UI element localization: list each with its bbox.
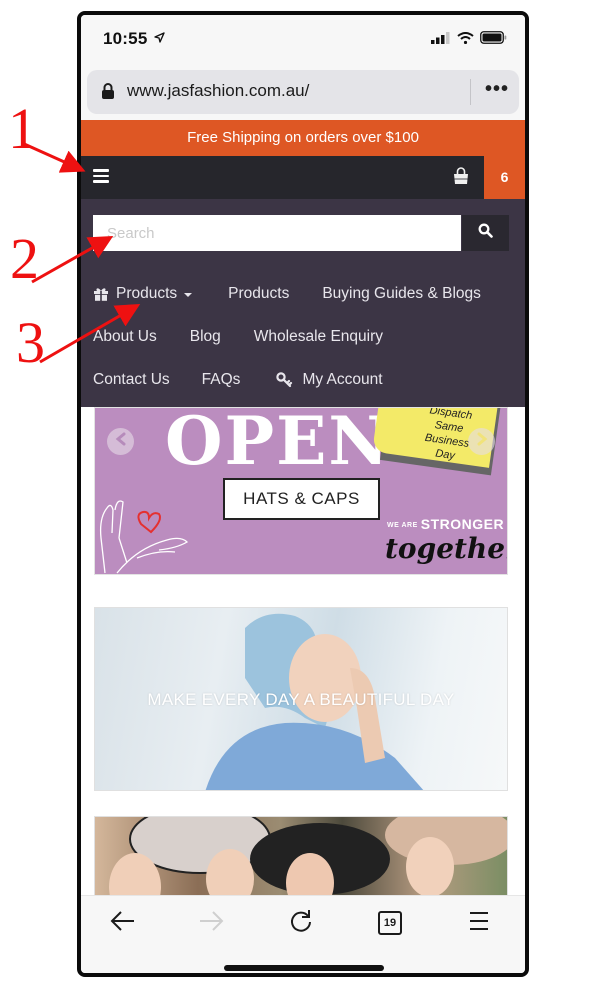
cart-count-badge[interactable]: 6 (484, 156, 525, 199)
menu-item-label: Contact Us (93, 371, 170, 388)
forward-arrow-icon (198, 910, 224, 937)
menu-item-label: Wholesale Enquiry (253, 328, 384, 345)
status-time: 10:55 (103, 29, 148, 48)
carousel-next-button[interactable] (468, 428, 495, 455)
reload-button[interactable] (281, 908, 321, 938)
menu-item-label: Buying Guides & Blogs (322, 285, 481, 302)
more-options-button[interactable]: ••• (485, 78, 509, 101)
url-divider (470, 79, 471, 105)
cellular-signal-icon (431, 31, 451, 49)
menu-item-contact-us[interactable]: Contact Us (93, 371, 170, 389)
menu-item-my-account[interactable]: My Account (276, 371, 383, 389)
tagline-small: WE ARE (387, 521, 418, 529)
gift-icon (93, 287, 109, 301)
menu-item-label: Products (116, 285, 178, 302)
reload-icon (289, 909, 313, 938)
menu-item-label: My Account (302, 371, 383, 388)
chevron-right-icon (476, 432, 488, 451)
menu-item-faqs[interactable]: FAQs (202, 371, 241, 389)
stronger-tagline: WE ARE STRONGER (387, 516, 504, 532)
url-text[interactable]: www.jasfashion.com.au/ (127, 81, 309, 101)
menu-item-label: Blog (189, 328, 221, 345)
wifi-icon (457, 31, 474, 49)
status-icons (431, 31, 507, 49)
site-nav-bar: 6 (81, 156, 525, 199)
menu-item-wholesale-enquiry[interactable]: Wholesale Enquiry (254, 328, 383, 346)
menu-icon (469, 911, 489, 936)
annotation-label-2: 2 (10, 226, 39, 291)
location-arrow-icon (154, 31, 165, 46)
search-form (93, 215, 509, 251)
menu-item-products[interactable]: Products (228, 285, 289, 303)
key-icon (276, 372, 294, 388)
menu-row-3: Contact Us FAQs My Account (93, 371, 383, 389)
menu-item-blog[interactable]: Blog (190, 328, 221, 346)
search-icon (478, 223, 493, 243)
menu-item-products-dropdown[interactable]: Products (93, 285, 193, 303)
menu-row-1: Products Products Buying Guides & Blogs (93, 285, 481, 303)
tagline-big: STRONGER (420, 516, 505, 532)
status-bar: 10:55 (81, 15, 525, 67)
hands-heart-illustration (97, 478, 192, 574)
carousel-prev-button[interactable] (107, 428, 134, 455)
forward-button[interactable] (191, 908, 231, 938)
hats-caps-button[interactable]: HATS & CAPS (223, 478, 380, 520)
annotation-label-1: 1 (8, 96, 37, 161)
hamburger-menu-icon[interactable] (93, 169, 109, 185)
address-bar[interactable]: www.jasfashion.com.au/ ••• (87, 70, 519, 114)
back-button[interactable] (103, 908, 143, 938)
carousel-headline: OPEN (165, 407, 391, 480)
mobile-menu-panel: Products Products Buying Guides & Blogs … (81, 199, 525, 407)
phone-frame: 10:55 www.jasfashion.com.au/ ••• Free Sh… (77, 11, 529, 977)
menu-row-2: About Us Blog Wholesale Enquiry (93, 328, 383, 346)
search-button[interactable] (462, 215, 509, 251)
browser-menu-button[interactable] (459, 908, 499, 938)
tabs-icon: 19 (378, 911, 402, 935)
lock-icon (101, 82, 115, 105)
page-content: OPEN Dispatch Same Business Day HATS & C… (81, 407, 525, 916)
menu-item-buying-guides[interactable]: Buying Guides & Blogs (322, 285, 481, 303)
menu-item-label: About Us (93, 328, 157, 345)
menu-item-label: FAQs (201, 371, 241, 388)
annotation-label-3: 3 (16, 310, 45, 375)
together-script: together (385, 532, 508, 565)
hero-carousel[interactable]: OPEN Dispatch Same Business Day HATS & C… (94, 407, 508, 575)
screenshot-canvas: 10:55 www.jasfashion.com.au/ ••• Free Sh… (0, 0, 600, 988)
shopping-bag-icon[interactable] (453, 167, 469, 190)
back-arrow-icon (110, 910, 136, 937)
menu-item-label: Products (228, 285, 290, 302)
tabs-button[interactable]: 19 (370, 908, 410, 938)
search-input[interactable] (93, 215, 461, 251)
card-caption: MAKE EVERY DAY A BEAUTIFUL DAY (147, 690, 455, 709)
battery-icon (480, 31, 507, 49)
home-indicator (224, 965, 384, 971)
promo-card-beautiful-day[interactable]: MAKE EVERY DAY A BEAUTIFUL DAY (94, 607, 508, 791)
chevron-left-icon (115, 432, 127, 451)
menu-item-about-us[interactable]: About Us (93, 328, 157, 346)
caret-down-icon (184, 293, 193, 297)
free-shipping-banner: Free Shipping on orders over $100 (81, 120, 525, 156)
